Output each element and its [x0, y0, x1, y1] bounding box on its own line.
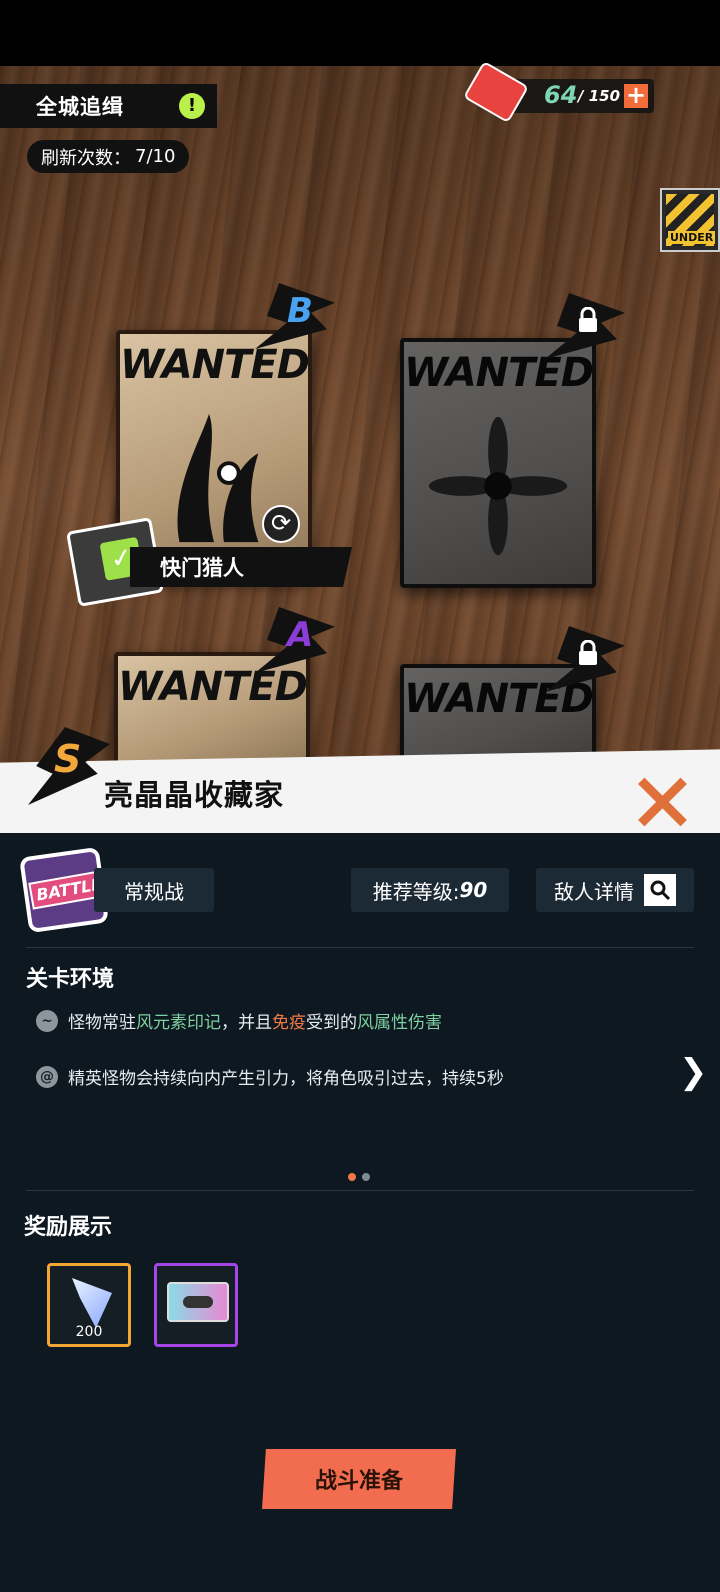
flower-portrait-icon: [428, 416, 568, 556]
vortex-icon: @: [36, 1065, 58, 1088]
level-value: 90: [459, 878, 488, 902]
enemy-detail-button[interactable]: 敌人详情: [536, 868, 694, 912]
battle-type-label: 常规战: [124, 879, 184, 904]
battle-prepare-label: 战斗准备: [314, 1469, 403, 1494]
env-text: 受到的: [306, 1013, 357, 1033]
stamina-max: / 150: [578, 87, 621, 105]
search-icon: [644, 874, 676, 906]
target-name: 快门猎人: [160, 556, 244, 580]
lock-icon: [579, 307, 597, 332]
rank-letter: A: [287, 615, 314, 655]
rank-letter: B: [287, 291, 313, 331]
poster-name-label: 快门猎人: [130, 547, 352, 587]
refresh-label: 刷新次数：: [41, 147, 131, 169]
reward-item-crystal[interactable]: 200: [47, 1263, 131, 1347]
recommended-level-chip: 推荐等级: 90: [351, 868, 509, 912]
lock-badge-1: [545, 293, 625, 359]
battle-type-chip: 常规战: [94, 868, 214, 912]
env-text: 精英怪物会持续向内产生引力，将角色吸引过去，持续5秒: [68, 1069, 504, 1089]
wind-mark-icon: ~: [36, 1009, 58, 1032]
add-stamina-button[interactable]: +: [624, 83, 648, 108]
next-page-arrow-icon[interactable]: ❯: [679, 1052, 708, 1092]
rewards-title: 奖励展示: [24, 1215, 113, 1240]
stamina-bar: 64 / 150 +: [462, 60, 654, 124]
divider: [26, 1190, 694, 1191]
refresh-value: 7/10: [135, 146, 176, 167]
env-keyword-wind-mark: 风元素印记: [136, 1013, 221, 1033]
mode-tag: 全城追缉 !: [0, 84, 217, 128]
env-keyword-wind-damage: 风属性伤害: [357, 1013, 442, 1033]
env-text: 怪物常驻: [68, 1013, 136, 1033]
battle-badge-icon: BATTLE: [19, 846, 111, 934]
rank-badge-b: B: [255, 283, 335, 349]
reward-item-cassette[interactable]: [154, 1263, 238, 1347]
environment-title: 关卡环境: [26, 967, 115, 992]
alert-icon[interactable]: !: [179, 93, 205, 119]
battle-prepare-button[interactable]: 战斗准备: [262, 1449, 456, 1509]
enemy-detail-label: 敌人详情: [554, 879, 634, 904]
wanted-poster-2[interactable]: WANTED: [400, 338, 596, 588]
environment-line-2: @ 精英怪物会持续向内产生引力，将角色吸引过去，持续5秒: [36, 1064, 504, 1089]
env-text: ，并且: [221, 1013, 272, 1033]
page-dot: [362, 1173, 370, 1181]
refresh-target-icon[interactable]: ⟳: [262, 505, 300, 543]
side-thumb-label: UNDER: [668, 231, 716, 244]
status-bar: [0, 0, 720, 66]
cassette-icon: [167, 1282, 229, 1322]
close-button[interactable]: [636, 776, 688, 828]
rank-badge-a: A: [255, 607, 335, 673]
environment-line-1: ~ 怪物常驻 风元素印记 ，并且 免疫 受到的 风属性伤害: [36, 1008, 442, 1033]
lock-icon: [579, 640, 597, 665]
page-indicator: [348, 1173, 370, 1181]
stamina-current: 64: [544, 81, 578, 109]
level-label: 推荐等级:: [372, 879, 460, 904]
side-event-thumbnail[interactable]: UNDER: [660, 188, 720, 252]
divider: [26, 947, 694, 948]
reward-quantity: 200: [75, 1324, 103, 1340]
mode-title: 全城追缉: [36, 95, 124, 119]
crystal-icon: [72, 1278, 112, 1328]
refresh-counter: 刷新次数： 7/10: [27, 140, 190, 173]
rank-badge-s: S: [28, 727, 110, 805]
lock-badge-2: [545, 626, 625, 692]
stage-name: 亮晶晶收藏家: [104, 778, 285, 812]
env-keyword-immune: 免疫: [272, 1013, 306, 1033]
stage-rank-letter: S: [54, 737, 82, 781]
page-dot-active: [348, 1173, 356, 1181]
